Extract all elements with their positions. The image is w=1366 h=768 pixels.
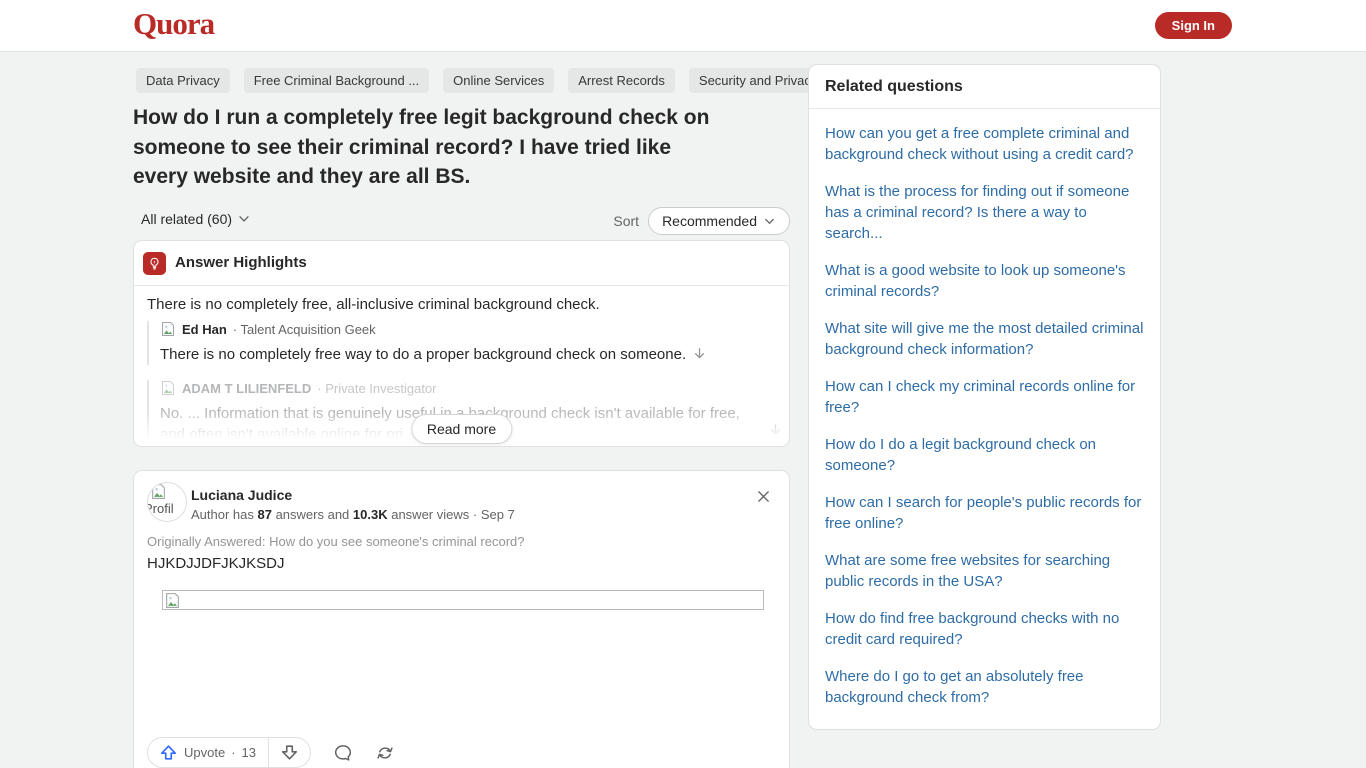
topic-tag[interactable]: Data Privacy — [136, 68, 230, 93]
quote-author-row: ADAM T LILIENFELD · Private Investigator — [160, 380, 767, 396]
topic-tag[interactable]: Online Services — [443, 68, 555, 93]
broken-answer-image — [162, 590, 764, 610]
downvote-icon — [280, 743, 299, 762]
avatar-alt-text: Profil — [148, 501, 174, 516]
topic-tag[interactable]: Arrest Records — [568, 68, 675, 93]
lightbulb-icon — [143, 252, 166, 275]
related-question-link[interactable]: How do I do a legit background check on … — [825, 434, 1144, 476]
answers-count: 87 — [257, 507, 272, 522]
comment-button[interactable] — [333, 743, 353, 763]
answers-controls-row: All related (60) Sort Recommended — [133, 207, 790, 235]
comment-icon — [333, 743, 353, 763]
quote-text: There is no completely free way to do a … — [160, 346, 687, 363]
quote-author-name[interactable]: Ed Han — [182, 322, 227, 337]
answer-highlights-header: Answer Highlights — [134, 241, 789, 286]
quora-question-page: Quora Sign In Data Privacy Free Criminal… — [0, 0, 1366, 768]
answer-card: Profil Luciana Judice Author has 87 answ… — [133, 470, 790, 768]
vote-pill: Upvote · 13 — [147, 737, 312, 768]
broken-image-icon — [150, 483, 167, 500]
quote-author-credential: Private Investigator — [325, 380, 437, 396]
question-title: How do I run a completely free legit bac… — [133, 106, 710, 188]
top-nav-bar: Quora Sign In — [0, 0, 1366, 52]
related-question-link[interactable]: How can I check my criminal records onli… — [825, 376, 1144, 418]
repost-icon — [375, 743, 395, 763]
related-question-link[interactable]: What are some free websites for searchin… — [825, 550, 1144, 592]
highlight-quote[interactable]: Ed Han · Talent Acquisition Geek There i… — [147, 321, 767, 365]
quora-logo[interactable]: Quora — [133, 6, 215, 42]
sign-in-button[interactable]: Sign In — [1154, 12, 1232, 39]
repost-button[interactable] — [375, 743, 395, 763]
topic-tag[interactable]: Free Criminal Background ... — [243, 68, 430, 93]
chevron-down-icon — [763, 215, 776, 228]
highlights-summary: There is no completely free, all-inclusi… — [147, 296, 600, 313]
answer-highlights-title: Answer Highlights — [175, 254, 307, 271]
related-question-link[interactable]: What site will give me the most detailed… — [825, 318, 1144, 360]
sort-control: Sort Recommended — [613, 207, 790, 235]
answer-body-text: HJKDJJDFJKJKSDJ — [147, 555, 285, 572]
sort-label: Sort — [613, 213, 640, 229]
avatar[interactable]: Profil — [147, 482, 187, 522]
related-questions-panel: Related questions How can you get a free… — [808, 64, 1161, 730]
related-questions-title: Related questions — [809, 65, 1160, 109]
answer-author-meta: Author has 87 answers and 10.3K answer v… — [191, 507, 515, 522]
quote-author-row: Ed Han · Talent Acquisition Geek — [160, 321, 767, 337]
upvote-count: 13 — [241, 745, 257, 760]
broken-image-icon — [160, 380, 176, 396]
answer-date[interactable]: Sep 7 — [481, 507, 515, 522]
related-question-link[interactable]: What is a good website to look up someon… — [825, 260, 1144, 302]
downvote-button[interactable] — [269, 738, 310, 767]
sort-dropdown[interactable]: Recommended — [648, 207, 790, 235]
answer-highlights-card: Answer Highlights There is no completely… — [133, 240, 790, 447]
topic-tag[interactable]: Security and Privacy — [688, 68, 828, 93]
upvote-button[interactable]: Upvote · 13 — [148, 738, 268, 767]
quote-author-credential: Talent Acquisition Geek — [240, 321, 376, 337]
related-questions-list: How can you get a free complete criminal… — [809, 109, 1160, 729]
topic-tags-row: Data Privacy Free Criminal Background ..… — [136, 68, 880, 93]
answer-action-bar: Upvote · 13 — [147, 737, 395, 768]
jump-to-answer-icon[interactable] — [692, 346, 707, 361]
broken-image-icon — [160, 321, 176, 337]
upvote-label: Upvote — [184, 745, 226, 760]
views-count: 10.3K — [352, 507, 388, 522]
answer-author-name[interactable]: Luciana Judice — [191, 487, 292, 503]
related-question-link[interactable]: How can I search for people's public rec… — [825, 492, 1144, 534]
related-question-link[interactable]: Where do I go to get an absolutely free … — [825, 666, 1144, 708]
read-more-button[interactable]: Read more — [410, 414, 513, 444]
broken-image-icon — [164, 592, 181, 609]
close-icon[interactable] — [754, 487, 772, 505]
quote-author-name[interactable]: ADAM T LILIENFELD — [182, 381, 311, 396]
related-question-link[interactable]: How do find free background checks with … — [825, 608, 1144, 650]
all-related-dropdown[interactable]: All related (60) — [141, 211, 251, 227]
chevron-down-icon — [237, 212, 251, 226]
all-related-label: All related (60) — [141, 211, 233, 227]
upvote-icon — [159, 743, 178, 762]
sort-value: Recommended — [662, 213, 757, 229]
related-question-link[interactable]: How can you get a free complete criminal… — [825, 123, 1144, 165]
jump-to-answer-icon[interactable] — [768, 422, 783, 437]
related-question-link[interactable]: What is the process for finding out if s… — [825, 181, 1144, 244]
originally-answered-text[interactable]: Originally Answered: How do you see some… — [147, 534, 525, 549]
